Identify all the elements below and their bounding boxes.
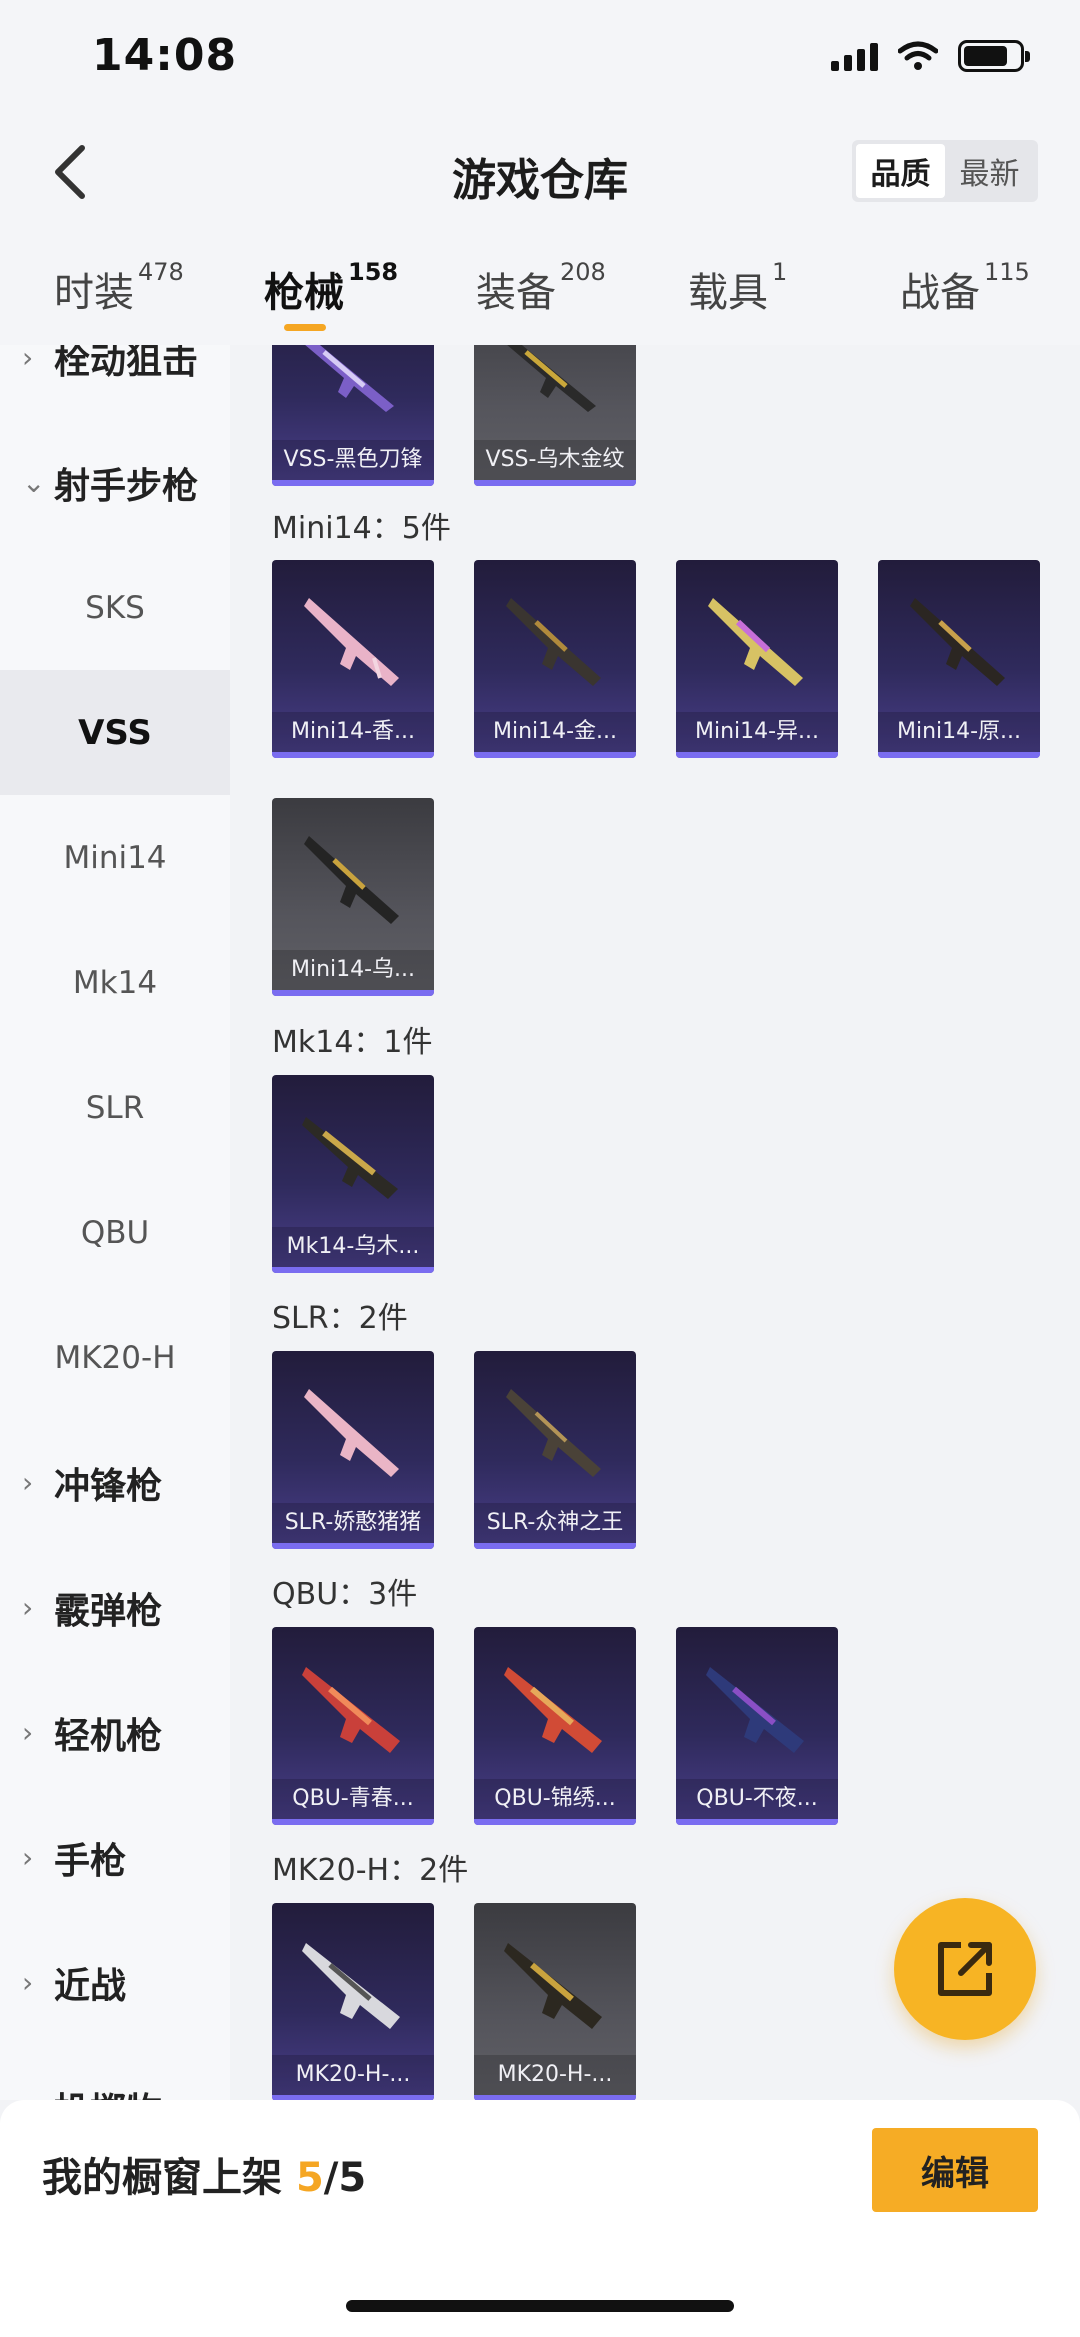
signal-icon [831, 41, 878, 71]
item-card[interactable]: QBU-不夜... [676, 1627, 838, 1825]
rarity-bar [272, 1819, 434, 1825]
rifle-icon [910, 598, 1005, 686]
item-card[interactable]: MK20-H-... [474, 1903, 636, 2100]
chevron-right-icon: › [22, 1966, 34, 1999]
sidebar-group-throwable[interactable]: ›投掷物 [0, 2045, 230, 2101]
rifle-icon [302, 1117, 398, 1199]
sidebar-group-bolt-sniper[interactable]: › 栓动狙击 [0, 345, 230, 420]
rifle-icon [706, 1667, 804, 1753]
chevron-right-icon: › [22, 1591, 34, 1624]
rifle-icon [504, 1943, 602, 2029]
chevron-right-icon: › [22, 1841, 34, 1874]
sidebar-group-smg[interactable]: › 冲锋枪 [0, 1420, 230, 1545]
sidebar-item-mini14[interactable]: Mini14 [0, 795, 230, 920]
sidebar-item-mk20h[interactable]: MK20-H [0, 1295, 230, 1420]
sidebar-group-pistol[interactable]: › 手枪 [0, 1795, 230, 1920]
rifle-icon [507, 345, 596, 412]
tab-equipment[interactable]: 装备 208 [476, 258, 606, 318]
section-title-qbu: QBU：3件 [272, 1577, 418, 1612]
section-title-mk14: Mk14：1件 [272, 1025, 433, 1060]
status-bar: 14:08 [0, 0, 1080, 120]
rarity-bar [474, 1543, 636, 1549]
weapon-sidebar: › 栓动狙击 ⌄ 射手步枪 SKS VSS Mini14 Mk14 SLR QBU … [0, 345, 230, 2100]
status-icons [831, 40, 1030, 72]
item-card[interactable]: QBU-青春... [272, 1627, 434, 1825]
rifle-icon [304, 836, 399, 924]
tab-supplies[interactable]: 战备 115 [900, 258, 1030, 318]
showcase-total: /5 [323, 2155, 367, 2201]
section-title-mk20h: MK20-H：2件 [272, 1853, 469, 1888]
rarity-bar [474, 480, 636, 486]
rifle-icon [504, 1667, 602, 1753]
tab-fashion[interactable]: 时装 478 [54, 258, 184, 318]
sort-newest-button[interactable]: 最新 [945, 144, 1034, 198]
chevron-right-icon: › [22, 1466, 34, 1499]
tab-guns[interactable]: 枪械 158 [264, 258, 398, 318]
item-card[interactable]: VSS-黑色刀锋 [272, 345, 434, 486]
sidebar-group-marksman-rifle[interactable]: ⌄ 射手步枪 [0, 420, 230, 545]
rifle-icon [302, 1667, 400, 1753]
share-button[interactable] [894, 1898, 1036, 2040]
item-card[interactable]: Mini14-异... [676, 560, 838, 758]
item-card[interactable]: QBU-锦绣... [474, 1627, 636, 1825]
edit-button[interactable]: 编辑 [872, 2128, 1038, 2212]
home-indicator[interactable] [346, 2300, 734, 2312]
rifle-icon [506, 1389, 601, 1477]
item-card[interactable]: Mini14-金... [474, 560, 636, 758]
item-card[interactable]: MK20-H-... [272, 1903, 434, 2100]
sort-toggle: 品质 最新 [852, 140, 1038, 202]
item-card[interactable]: Mini14-原... [878, 560, 1040, 758]
sidebar-item-vss[interactable]: VSS [0, 670, 230, 795]
rifle-icon [305, 345, 394, 412]
item-card[interactable]: VSS-乌木金纹 [474, 345, 636, 486]
rarity-bar [272, 1267, 434, 1273]
tab-vehicles[interactable]: 载具 1 [688, 258, 787, 318]
section-title-mini14: Mini14：5件 [272, 511, 451, 546]
rarity-bar [474, 1819, 636, 1825]
sidebar-item-slr[interactable]: SLR [0, 1045, 230, 1170]
rarity-bar [272, 1543, 434, 1549]
rifle-icon [304, 598, 399, 686]
sidebar-item-sks[interactable]: SKS [0, 545, 230, 670]
status-time: 14:08 [92, 30, 238, 81]
item-card[interactable]: Mini14-乌... [272, 798, 434, 996]
section-title-slr: SLR：2件 [272, 1301, 408, 1336]
rarity-bar [676, 1819, 838, 1825]
chevron-right-icon: › [22, 345, 34, 374]
rifle-icon [708, 598, 803, 686]
sidebar-group-lmg[interactable]: › 轻机枪 [0, 1670, 230, 1795]
header: 游戏仓库 品质 最新 [0, 120, 1080, 230]
item-card[interactable]: Mk14-乌木... [272, 1075, 434, 1273]
item-card[interactable]: Mini14-香... [272, 560, 434, 758]
rifle-icon [302, 1943, 400, 2029]
sidebar-item-mk14[interactable]: Mk14 [0, 920, 230, 1045]
rarity-bar [878, 752, 1040, 758]
rarity-bar [272, 990, 434, 996]
battery-icon [958, 40, 1030, 72]
weapon-grid: VSS-黑色刀锋 VSS-乌木金纹 Mini14：5件 Mini14-香... … [230, 345, 1080, 2100]
item-card[interactable]: SLR-娇憨猪猪 [272, 1351, 434, 1549]
showcase-status: 我的橱窗上架 5/5 [42, 2155, 367, 2201]
rarity-bar [676, 752, 838, 758]
category-tabs: 时装 478 枪械 158 装备 208 载具 1 战备 115 [0, 230, 1080, 345]
wifi-icon [898, 41, 938, 70]
sidebar-group-melee[interactable]: › 近战 [0, 1920, 230, 2045]
rarity-bar [272, 480, 434, 486]
sidebar-group-shotgun[interactable]: › 霰弹枪 [0, 1545, 230, 1670]
rifle-icon [304, 1389, 399, 1477]
sort-quality-button[interactable]: 品质 [856, 144, 945, 198]
chevron-right-icon: › [22, 1716, 34, 1749]
rarity-bar [272, 752, 434, 758]
rifle-icon [506, 598, 601, 686]
item-card[interactable]: SLR-众神之王 [474, 1351, 636, 1549]
chevron-right-icon: › [22, 2091, 54, 2100]
rarity-bar [474, 752, 636, 758]
showcase-count: 5 [295, 2155, 324, 2201]
share-icon [938, 1942, 992, 1996]
tab-active-indicator [284, 324, 326, 331]
sidebar-item-qbu[interactable]: QBU [0, 1170, 230, 1295]
chevron-down-icon: ⌄ [22, 466, 46, 499]
